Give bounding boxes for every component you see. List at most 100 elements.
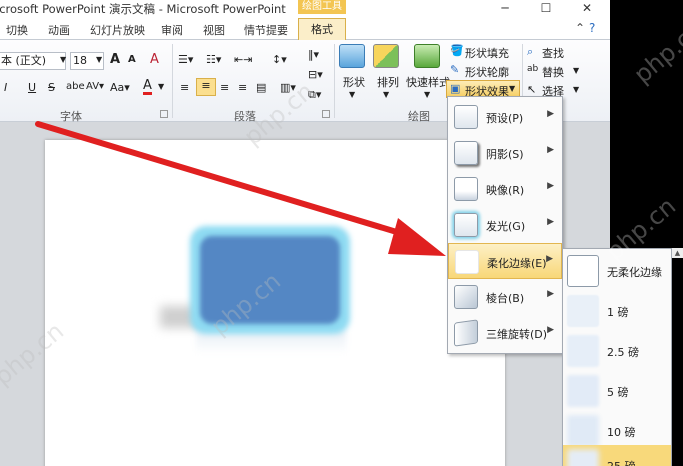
menu-item-shadow[interactable]: 阴影(S) ▶ — [448, 135, 562, 171]
font-color-button[interactable]: A — [143, 79, 152, 95]
collapse-ribbon-icon[interactable]: ⌃ — [575, 21, 585, 35]
text-direction-button[interactable]: ‖▾ — [308, 48, 319, 61]
quick-styles-icon[interactable] — [414, 44, 440, 68]
menu-item-glow[interactable]: 发光(G) ▶ — [448, 207, 562, 243]
italic-button[interactable]: I — [4, 81, 7, 94]
binoculars-icon[interactable]: ⌕ — [527, 45, 533, 59]
menu-item-soft-edges[interactable]: 柔化边缘(E) ▶ — [448, 243, 562, 279]
arrange-icon[interactable] — [373, 44, 399, 68]
bullets-button[interactable]: ☰▾ — [178, 53, 193, 66]
maximize-button[interactable]: ☐ — [531, 0, 561, 18]
chevron-down-icon[interactable]: ▼ — [158, 82, 164, 91]
minimize-button[interactable]: ─ — [490, 0, 520, 18]
chevron-down-icon[interactable]: ▼ — [96, 55, 102, 64]
grow-font-button[interactable]: A — [110, 52, 120, 67]
help-icon[interactable]: ? — [589, 21, 595, 35]
tab-view[interactable]: 视图 — [203, 22, 225, 38]
soft-edge-25pt-option[interactable]: 25 磅 — [563, 445, 671, 466]
line-spacing-button[interactable]: ↕▾ — [272, 53, 287, 66]
chevron-down-icon[interactable]: ▼ — [573, 66, 579, 75]
arrange-button[interactable]: 排列 — [377, 74, 399, 90]
bevel-icon — [454, 285, 478, 309]
divider — [172, 44, 173, 118]
shrink-font-button[interactable]: A — [128, 54, 136, 65]
font-dialog-launcher[interactable] — [160, 110, 168, 118]
align-right-button[interactable]: ≡ — [220, 81, 229, 94]
clear-format-button[interactable]: A — [150, 52, 159, 67]
replace-icon[interactable]: ab — [527, 64, 538, 74]
shape-outline-button[interactable]: 形状轮廓 — [465, 64, 509, 80]
menu-item-presets[interactable]: 预设(P) ▶ — [448, 99, 562, 135]
soft-edges-icon — [455, 250, 479, 274]
submenu-arrow-icon: ▶ — [547, 289, 554, 299]
char-spacing-av-button[interactable]: AV▾ — [86, 81, 104, 92]
strikethrough-button[interactable]: S — [48, 81, 55, 94]
chevron-down-icon[interactable]: ▼ — [573, 85, 579, 94]
drawing-tools-context-header: 绘图工具 — [298, 0, 346, 14]
menu-item-label: 预设(P) — [486, 112, 524, 125]
window-title: icrosoft PowerPoint 演示文稿 - Microsoft Pow… — [0, 2, 286, 16]
menu-item-label: 三维旋转(D) — [486, 328, 548, 341]
option-label: 2.5 磅 — [607, 346, 639, 359]
submenu-arrow-icon: ▶ — [547, 217, 554, 227]
submenu-arrow-icon: ▶ — [547, 181, 554, 191]
indent-button[interactable]: ⇤⇥ — [234, 53, 252, 66]
shadow-icon — [454, 141, 478, 165]
presets-icon — [454, 105, 478, 129]
replace-button[interactable]: 替换 — [542, 64, 564, 80]
char-spacing-button[interactable]: abe — [66, 81, 85, 92]
scroll-up-arrow-icon[interactable]: ▲ — [672, 248, 683, 258]
tab-slideshow[interactable]: 幻灯片放映 — [90, 22, 145, 38]
tab-storyboard[interactable]: 情节提要 — [244, 22, 288, 38]
distribute-button[interactable]: ▤ — [256, 81, 266, 94]
menu-item-reflection[interactable]: 映像(R) ▶ — [448, 171, 562, 207]
soft-edge-2-5pt-option[interactable]: 2.5 磅 — [563, 331, 671, 371]
submenu-arrow-icon: ▶ — [547, 325, 554, 335]
soft-edge-5pt-option[interactable]: 5 磅 — [563, 371, 671, 411]
change-case-button[interactable]: Aa▾ — [110, 81, 130, 94]
tab-transitions[interactable]: 切换 — [6, 22, 28, 38]
soft-edge-1pt-option[interactable]: 1 磅 — [563, 291, 671, 331]
close-button[interactable]: ✕ — [572, 0, 602, 18]
menu-item-label: 柔化边缘(E) — [487, 257, 547, 270]
underline-button[interactable]: U — [28, 81, 36, 94]
shapes-button[interactable]: 形状 — [343, 74, 365, 90]
soft-edges-submenu: 无柔化边缘 1 磅 2.5 磅 5 磅 10 磅 25 磅 — [562, 248, 672, 466]
submenu-arrow-icon: ▶ — [547, 109, 554, 119]
glow-icon — [454, 213, 478, 237]
divider — [334, 44, 335, 118]
menu-item-bevel[interactable]: 棱台(B) ▶ — [448, 279, 562, 315]
option-label: 10 磅 — [607, 426, 636, 439]
chevron-down-icon[interactable]: ▼ — [383, 90, 389, 99]
align-left-button[interactable]: ≡ — [180, 81, 189, 94]
tab-review[interactable]: 审阅 — [161, 22, 183, 38]
numbering-button[interactable]: ☷▾ — [206, 53, 221, 66]
shape-effects-menu: 预设(P) ▶ 阴影(S) ▶ 映像(R) ▶ 发光(G) ▶ 柔化边缘(E) … — [447, 96, 563, 354]
align-center-button[interactable]: ≡ — [196, 78, 216, 96]
option-label: 1 磅 — [607, 306, 629, 319]
option-label: 5 磅 — [607, 386, 629, 399]
pen-icon[interactable]: ✎ — [450, 63, 459, 76]
tab-format[interactable]: 格式 — [298, 18, 346, 41]
shape-fill-button[interactable]: 形状填充 — [465, 45, 509, 61]
justify-button[interactable]: ≡ — [238, 81, 247, 94]
menu-item-label: 映像(R) — [486, 184, 525, 197]
3d-rotation-icon — [454, 319, 478, 347]
chevron-down-icon[interactable]: ▼ — [60, 55, 66, 64]
option-label: 无柔化边缘 — [607, 266, 662, 279]
quick-styles-button[interactable]: 快速样式 — [406, 74, 450, 90]
soft-edge-1pt-icon — [567, 295, 599, 327]
chevron-down-icon[interactable]: ▼ — [424, 90, 430, 99]
tab-animations[interactable]: 动画 — [48, 22, 70, 38]
cursor-icon[interactable]: ↖ — [527, 83, 536, 96]
font-name-select[interactable]: 本 (正文) — [0, 52, 66, 70]
paragraph-dialog-launcher[interactable] — [322, 110, 330, 118]
title-bar: icrosoft PowerPoint 演示文稿 - Microsoft Pow… — [0, 0, 610, 18]
align-text-button[interactable]: ⊟▾ — [308, 68, 323, 81]
paint-bucket-icon[interactable]: 🪣 — [450, 44, 464, 57]
find-button[interactable]: 查找 — [542, 45, 564, 61]
submenu-arrow-icon: ▶ — [546, 254, 553, 264]
menu-item-3d-rotation[interactable]: 三维旋转(D) ▶ — [448, 315, 562, 351]
shapes-icon[interactable] — [339, 44, 365, 68]
chevron-down-icon[interactable]: ▼ — [349, 90, 355, 99]
